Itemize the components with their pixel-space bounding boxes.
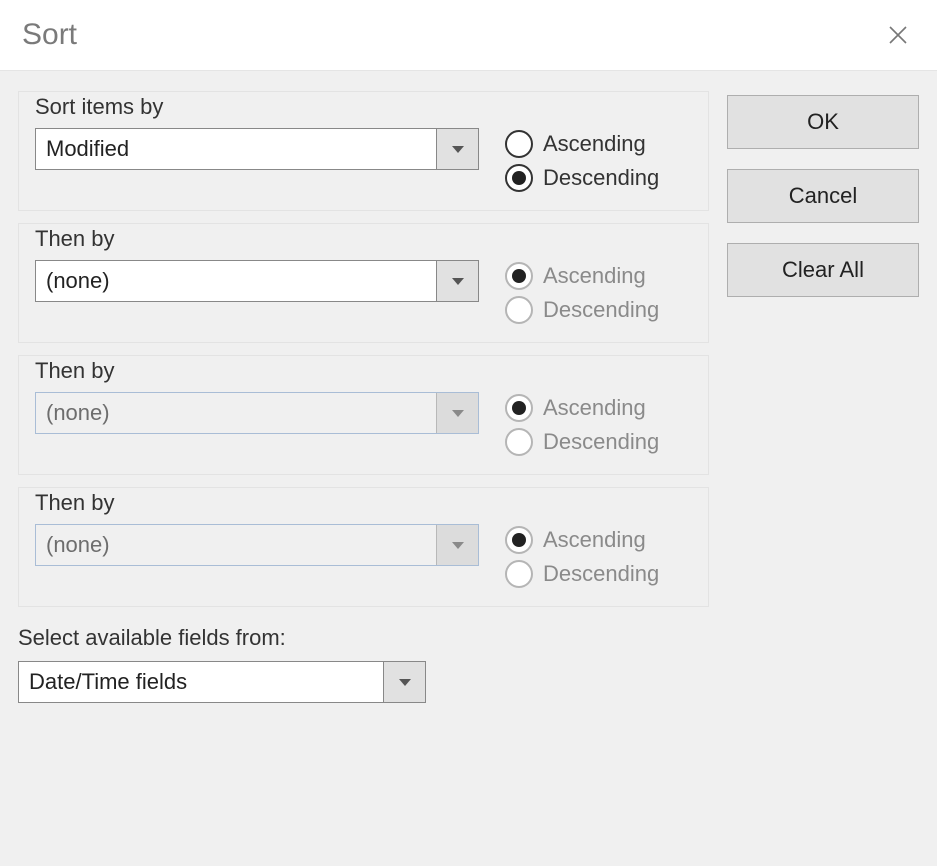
radio-label: Descending [543,429,659,455]
radio-label: Ascending [543,131,646,157]
sort-field-combo-3: (none) [35,392,479,434]
radio-descending-4: Descending [505,560,659,588]
chevron-down-icon [436,525,478,565]
radio-ascending-3: Ascending [505,394,659,422]
sort-field-combo-1[interactable]: Modified [35,128,479,170]
radio-ascending-1[interactable]: Ascending [505,130,659,158]
radio-ascending-2: Ascending [505,262,659,290]
dialog-body: Sort items by Modified Ascending Des [0,70,937,866]
group-label: Then by [35,490,121,516]
radio-label: Descending [543,561,659,587]
titlebar: Sort [0,0,937,70]
sort-criteria-column: Sort items by Modified Ascending Des [18,91,709,703]
chevron-down-icon[interactable] [383,662,425,702]
cancel-button[interactable]: Cancel [727,169,919,223]
action-buttons-column: OK Cancel Clear All [727,91,919,297]
sort-group-4: Then by (none) Ascending Descending [18,487,709,607]
radio-label: Ascending [543,527,646,553]
group-label: Sort items by [35,94,169,120]
radio-descending-3: Descending [505,428,659,456]
radio-label: Ascending [543,263,646,289]
group-label: Then by [35,226,121,252]
chevron-down-icon[interactable] [436,129,478,169]
radio-label: Descending [543,165,659,191]
combo-value: (none) [36,261,436,301]
chevron-down-icon[interactable] [436,261,478,301]
sort-group-primary: Sort items by Modified Ascending Des [18,91,709,211]
chevron-down-icon [436,393,478,433]
ok-button[interactable]: OK [727,95,919,149]
radio-descending-1[interactable]: Descending [505,164,659,192]
sort-field-combo-4: (none) [35,524,479,566]
radio-descending-2: Descending [505,296,659,324]
dialog-title: Sort [22,18,77,52]
combo-value: (none) [36,525,436,565]
group-label: Then by [35,358,121,384]
radio-label: Descending [543,297,659,323]
radio-label: Ascending [543,395,646,421]
radio-ascending-4: Ascending [505,526,659,554]
combo-value: (none) [36,393,436,433]
sort-dialog: Sort Sort items by Modified Ascending [0,0,937,866]
combo-value: Date/Time fields [19,662,383,702]
sort-field-combo-2[interactable]: (none) [35,260,479,302]
combo-value: Modified [36,129,436,169]
sort-group-3: Then by (none) Ascending Descending [18,355,709,475]
clear-all-button[interactable]: Clear All [727,243,919,297]
close-icon[interactable] [887,24,909,46]
available-fields-combo[interactable]: Date/Time fields [18,661,426,703]
sort-group-2: Then by (none) Ascending Descending [18,223,709,343]
available-fields-label: Select available fields from: [18,625,709,651]
